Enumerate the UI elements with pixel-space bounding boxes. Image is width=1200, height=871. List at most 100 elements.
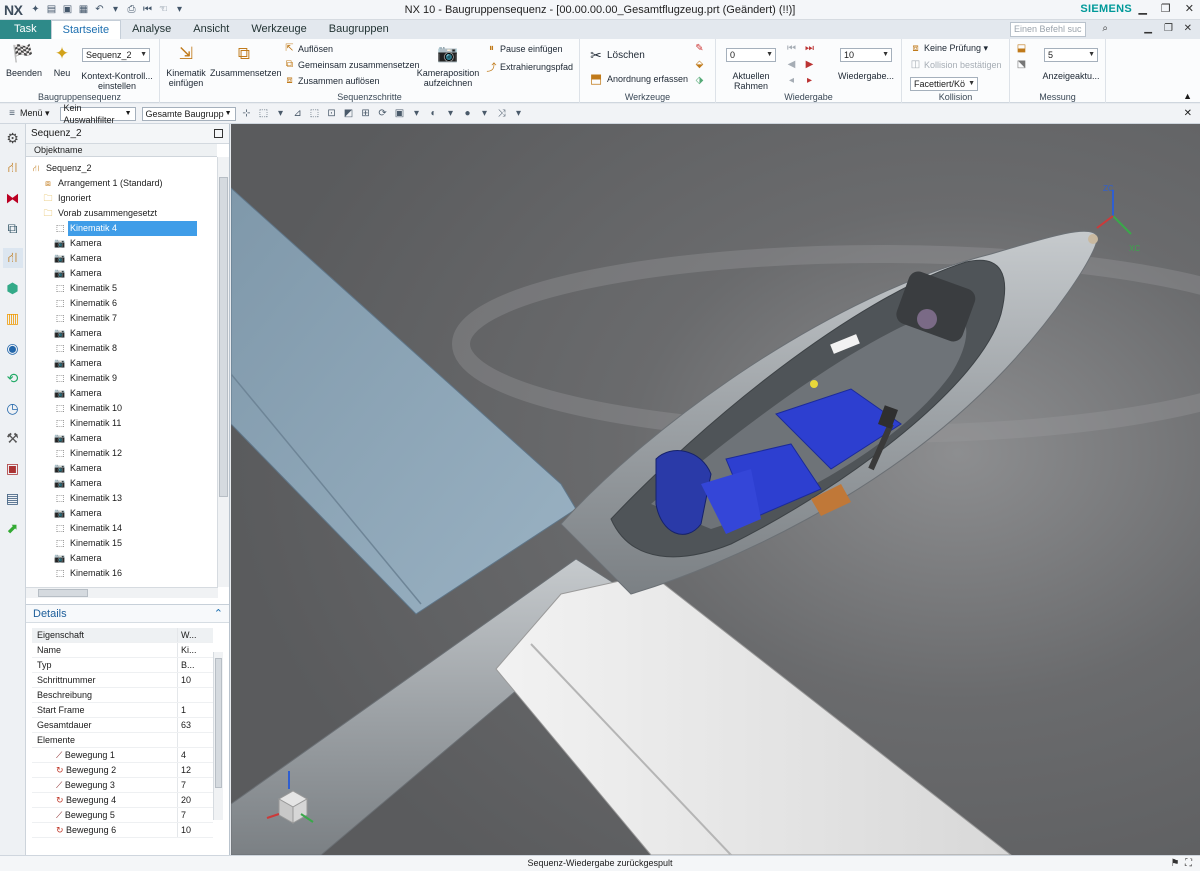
color-icon[interactable]: ◐ <box>428 108 440 119</box>
undo-icon[interactable]: ↶ <box>92 3 106 17</box>
details-row[interactable]: Name Ki... <box>32 643 213 658</box>
sequence-select[interactable]: Sequenz_2 ▼ <box>82 48 150 62</box>
save-all-icon[interactable]: ▦ <box>76 3 90 17</box>
tree-row[interactable]: 📷 Kamera <box>26 506 217 521</box>
tree-row[interactable]: ⬚ Kinematik 8 <box>26 341 217 356</box>
kinematik-einfuegen-button[interactable]: ⇲ Kinematik einfügen <box>166 42 206 88</box>
touch-mode-icon[interactable]: ☜ <box>156 3 170 17</box>
open-folder-icon[interactable]: ▤ <box>44 3 58 17</box>
dropdown-icon[interactable]: ▾ <box>445 108 457 119</box>
graphics-viewport[interactable]: ZC XC <box>231 124 1200 855</box>
lasso-icon[interactable]: ⬚ <box>309 108 321 119</box>
tree-row[interactable]: 📷 Kamera <box>26 236 217 251</box>
assembly-navigator-icon[interactable]: ⛙ <box>3 158 23 178</box>
history-icon[interactable]: ⟲ <box>3 368 23 388</box>
tree-row[interactable]: 📷 Kamera <box>26 551 217 566</box>
reuse-library-icon[interactable]: ⬢ <box>3 278 23 298</box>
tree-row[interactable]: 🗀 Vorab zusammengesetzt <box>26 206 217 221</box>
zoom-window-icon[interactable]: ⊡ <box>326 108 338 119</box>
tree-row[interactable]: 📷 Kamera <box>26 251 217 266</box>
play-end-button[interactable]: ⏭ <box>804 43 815 54</box>
details-vertical-scrollbar[interactable] <box>213 652 223 820</box>
kollision-bestaetigen-button[interactable]: ◫ Kollision bestätigen <box>910 59 1002 70</box>
play-back-button[interactable]: ◂ <box>786 75 797 86</box>
tree-row[interactable]: 📷 Kamera <box>26 266 217 281</box>
sequence-navigator-icon[interactable]: ⛙ <box>2 248 23 268</box>
tree-row[interactable]: ⛙ Sequenz_2 <box>26 161 217 176</box>
restore-window-icon[interactable]: ❐ <box>1161 2 1171 15</box>
snap-point-icon[interactable]: ⊹ <box>241 108 253 119</box>
tree-row[interactable]: 📷 Kamera <box>26 356 217 371</box>
scroll-thumb[interactable] <box>215 658 222 788</box>
tool-option-3-button[interactable]: ⬗ <box>694 75 705 86</box>
clock-icon[interactable]: ◷ <box>3 398 23 418</box>
column-header-wert[interactable]: W... <box>178 628 197 642</box>
tool-option-1-button[interactable]: ✎ <box>694 43 705 54</box>
command-search-input[interactable]: Einen Befehl suc <box>1010 22 1086 37</box>
selection-scope-select[interactable]: Gesamte Baugrupp ▼ <box>141 106 236 121</box>
rewind-icon[interactable]: ⏮ <box>140 3 154 17</box>
keine-pruefung-dropdown[interactable]: ⧈ Keine Prüfung ▾ <box>910 43 988 54</box>
chevron-up-icon[interactable]: ⌃ <box>214 605 223 624</box>
system-materials-icon[interactable]: ⬈ <box>3 518 23 538</box>
selection-filter-select[interactable]: Kein Auswahlfilter ▼ <box>59 103 136 125</box>
step-forward-button[interactable]: ▶ <box>804 59 815 70</box>
measure-options-button[interactable]: ⬔ <box>1016 59 1027 70</box>
select-object-icon[interactable]: ⬚ <box>258 108 270 119</box>
rotate-view-icon[interactable]: ⟳ <box>377 108 389 119</box>
anordnung-erfassen-button[interactable]: ⬒ Anordnung erfassen <box>588 71 688 87</box>
minimize-window-icon[interactable]: ▁ <box>1138 2 1146 15</box>
tree-row[interactable]: ⬚ Kinematik 7 <box>26 311 217 326</box>
tree-horizontal-scrollbar[interactable] <box>26 587 218 598</box>
tree-row[interactable]: ⬚ Kinematik 15 <box>26 536 217 551</box>
menu-button[interactable]: Menü ▾ <box>20 108 50 119</box>
tab-werkzeuge[interactable]: Werkzeuge <box>240 20 317 39</box>
redo-icon[interactable]: ▾ <box>108 3 122 17</box>
customize-qat-icon[interactable]: ▾ <box>172 3 186 17</box>
details-row[interactable]: Schrittnummer 10 <box>32 673 213 688</box>
part-navigator-icon[interactable]: ⧉ <box>3 218 23 238</box>
current-frame-input[interactable]: 0 ▼ <box>726 48 776 62</box>
search-icon[interactable]: ⌕ <box>1102 23 1108 34</box>
details-row[interactable]: Beschreibung <box>32 688 213 703</box>
details-row[interactable]: Typ B... <box>32 658 213 673</box>
hd3d-tools-icon[interactable]: ▥ <box>3 308 23 328</box>
save-icon[interactable]: ▣ <box>60 3 74 17</box>
details-row[interactable]: ⟋ Bewegung 37 <box>32 778 213 793</box>
settings-icon[interactable]: ⚙ <box>3 128 23 148</box>
tree-row[interactable]: ⬚ Kinematik 14 <box>26 521 217 536</box>
tree-row[interactable]: 🗀 Ignoriert <box>26 191 217 206</box>
details-row[interactable]: ↻ Bewegung 6 10 <box>32 823 213 838</box>
sphere-icon[interactable]: ● <box>462 108 474 119</box>
ribbon-close-icon[interactable]: ✕ <box>1184 23 1192 34</box>
tab-ansicht[interactable]: Ansicht <box>182 20 240 39</box>
maximize-panel-icon[interactable] <box>214 129 223 138</box>
playback-speed-select[interactable]: 10 ▼ <box>840 48 892 62</box>
tab-startseite[interactable]: Startseite <box>50 20 122 39</box>
wiedergabe-settings-button[interactable]: Wiedergabe... <box>836 71 896 81</box>
extrahierungspfad-button[interactable]: ⤴ Extrahierungspfad <box>486 59 574 75</box>
neu-button[interactable]: ✦ Neu <box>48 42 76 78</box>
tree-row[interactable]: ⬚ Kinematik 16 <box>26 566 217 581</box>
tree-row[interactable]: ⬚ Kinematik 10 <box>26 401 217 416</box>
loeschen-button[interactable]: ✂ Löschen <box>588 47 645 64</box>
beenden-button[interactable]: 🏁 Beenden <box>6 42 42 78</box>
dropdown-icon[interactable]: ▾ <box>275 108 287 119</box>
column-header-eigenschaft[interactable]: Eigenschaft <box>32 628 178 642</box>
tab-task[interactable]: Task <box>0 20 51 39</box>
tree-row[interactable]: ⬚ Kinematik 13 <box>26 491 217 506</box>
shaded-view-icon[interactable]: ◩ <box>343 108 355 119</box>
orient-icon[interactable]: ⤨ <box>496 108 508 119</box>
zusammensetzen-button[interactable]: ⧉ Zusammensetzen <box>210 42 282 78</box>
measure-value-select[interactable]: 5 ▼ <box>1044 48 1098 62</box>
process-studio-icon[interactable]: ⚒ <box>3 428 23 448</box>
kameraposition-aufzeichnen-button[interactable]: 📷 Kameraposition aufzeichnen <box>416 42 480 88</box>
tree-row[interactable]: ⬚ Kinematik 12 <box>26 446 217 461</box>
details-row[interactable]: ↻ Bewegung 2 12 <box>32 763 213 778</box>
play-forward-button[interactable]: ▸ <box>804 75 815 86</box>
tab-analyse[interactable]: Analyse <box>121 20 182 39</box>
kontext-kontrolle-button[interactable]: Kontext-Kontroll... einstellen <box>78 71 156 91</box>
fit-icon[interactable]: ⊞ <box>360 108 372 119</box>
web-browser-icon[interactable]: ◉ <box>3 338 23 358</box>
rewind-start-button[interactable]: ⏮ <box>786 43 797 54</box>
